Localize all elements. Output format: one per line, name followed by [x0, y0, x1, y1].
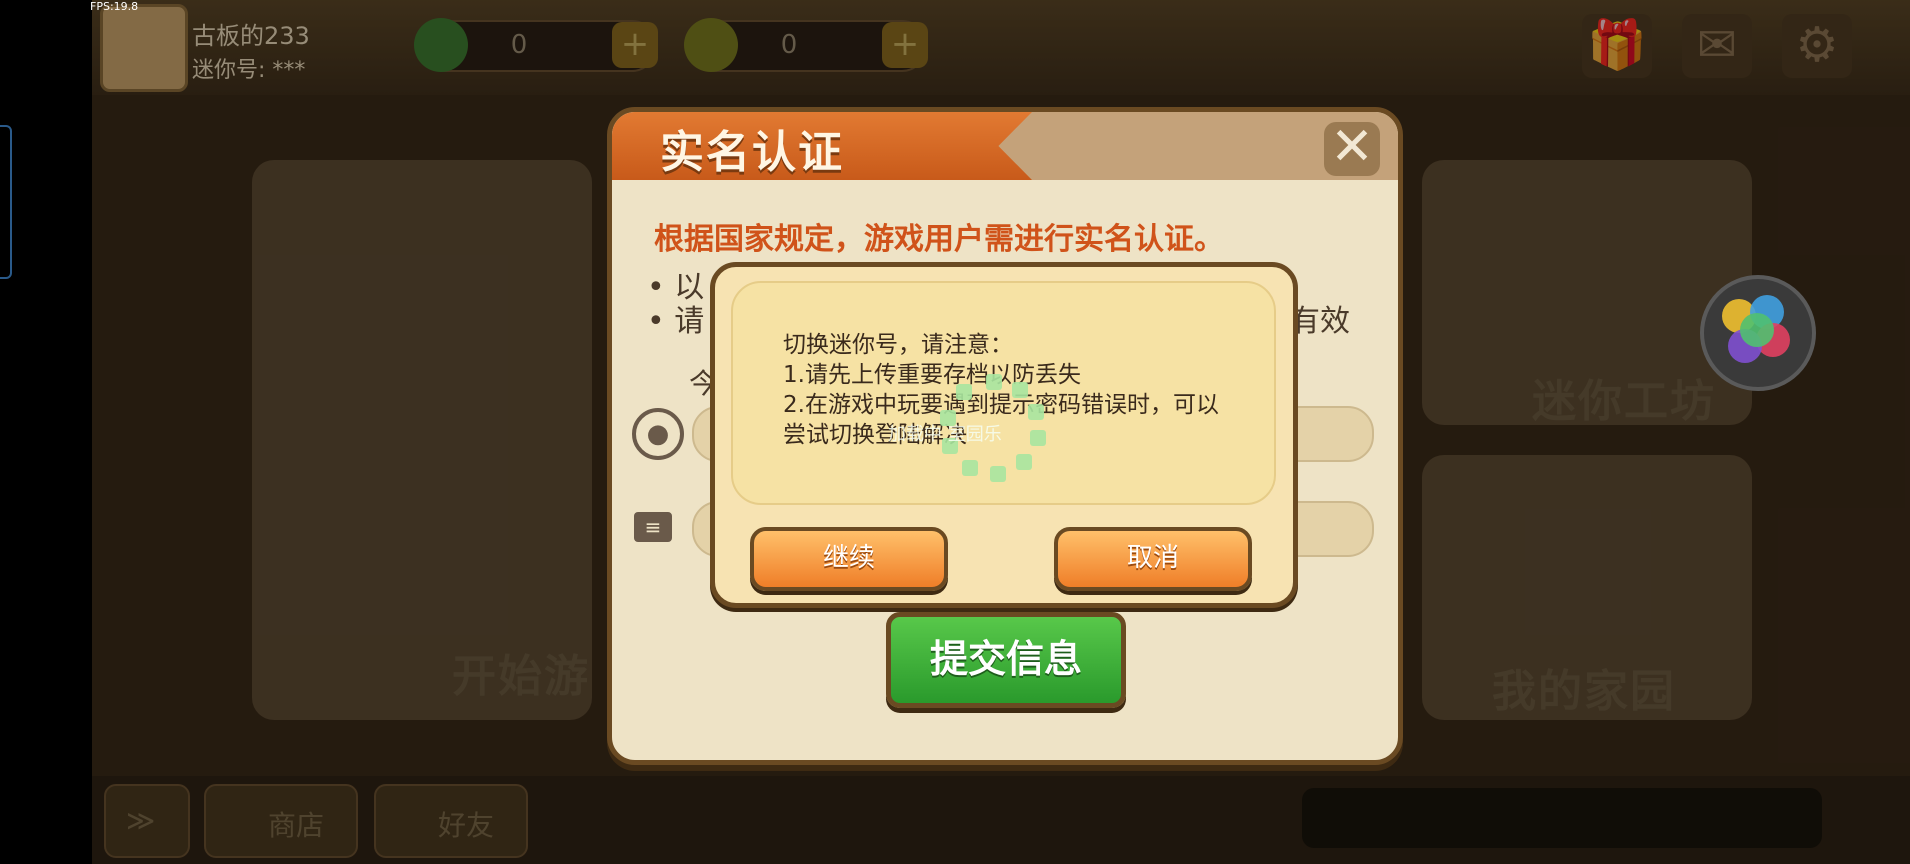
spinner-dot — [1028, 404, 1044, 420]
submit-button[interactable]: 提交信息 — [886, 612, 1126, 708]
notice-text: 根据国家规定，游戏用户需进行实名认证。 — [654, 222, 1224, 257]
spinner-dot — [956, 384, 972, 400]
spinner-dot — [1030, 430, 1046, 446]
dialog-title: 实名认证 — [660, 127, 844, 178]
loading-text: 加载中 室园乐 — [888, 424, 1002, 445]
rule-2-end: 有效 — [1290, 304, 1350, 339]
message-line-1: 切换迷你号，请注意： — [783, 332, 1013, 358]
side-drawer-handle[interactable] — [0, 125, 12, 279]
id-card-icon: ≡ — [634, 512, 672, 542]
cancel-button[interactable]: 取消 — [1054, 527, 1252, 591]
floating-ball[interactable] — [1700, 275, 1816, 391]
user-icon: ● — [632, 408, 684, 460]
close-icon[interactable]: ✕ — [1324, 121, 1380, 176]
spinner-dot — [1016, 454, 1032, 470]
continue-button[interactable]: 继续 — [750, 527, 948, 591]
spinner-dot — [986, 374, 1002, 390]
spinner-dot — [990, 466, 1006, 482]
petal — [1740, 313, 1774, 347]
fps-counter: FPS:19.8 — [90, 0, 139, 13]
rule-2-text: 请 — [674, 304, 705, 339]
rule-2: • 请 — [647, 304, 705, 339]
spinner-dot — [1012, 382, 1028, 398]
spinner-dot — [962, 460, 978, 476]
